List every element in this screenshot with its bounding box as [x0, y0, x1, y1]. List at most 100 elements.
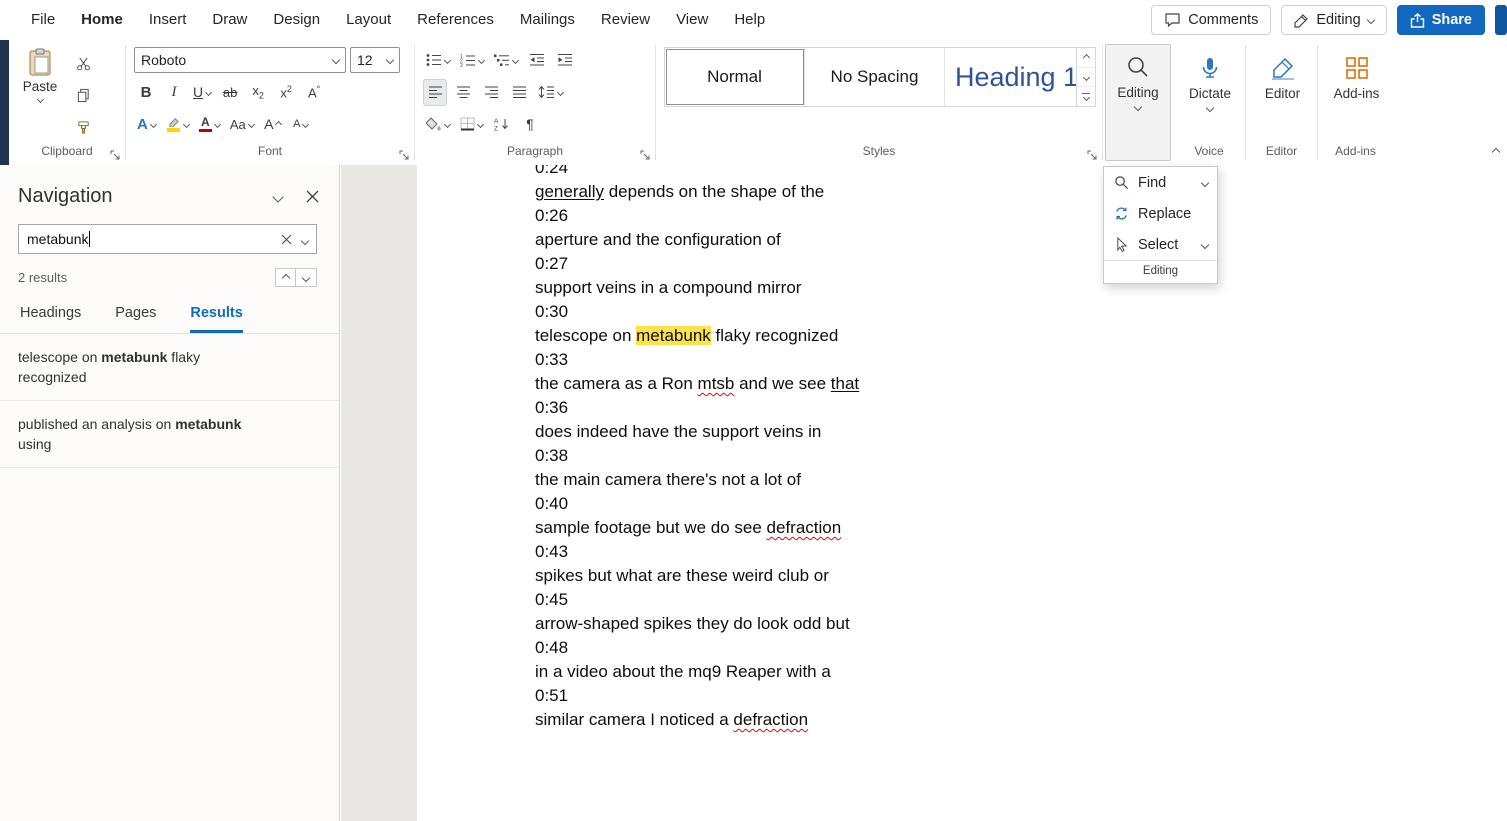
strikethrough-button[interactable]: ab: [218, 79, 242, 106]
paragraph-dialog-launcher-icon[interactable]: [640, 150, 651, 161]
navigation-tabs: Headings Pages Results: [0, 287, 339, 334]
clear-formatting-button[interactable]: A°: [302, 79, 326, 106]
menu-tab-design[interactable]: Design: [260, 0, 333, 40]
cut-button[interactable]: [71, 50, 95, 76]
font-name-combobox[interactable]: Roboto: [134, 47, 346, 73]
shrink-font-button[interactable]: A: [289, 111, 313, 138]
menu-tab-view[interactable]: View: [663, 0, 721, 40]
addins-button[interactable]: Add-ins: [1326, 46, 1387, 101]
menu-item-find[interactable]: Find: [1104, 167, 1217, 198]
word-app-window: FileHomeInsertDrawDesignLayoutReferences…: [0, 0, 1507, 821]
menu-item-select[interactable]: Select: [1104, 229, 1217, 260]
document-margin-gutter: [341, 165, 417, 821]
line-spacing-button[interactable]: [535, 79, 566, 106]
voice-group: Dictate Voice: [1173, 40, 1245, 165]
previous-result-button[interactable]: [275, 268, 296, 287]
dictate-button[interactable]: Dictate: [1181, 46, 1239, 111]
clipboard-dialog-launcher-icon[interactable]: [110, 150, 121, 161]
menu-tab-help[interactable]: Help: [721, 0, 778, 40]
editing-mode-button[interactable]: Editing: [1281, 5, 1386, 35]
menu-group-caption: Editing: [1104, 260, 1217, 283]
shading-button[interactable]: [423, 111, 453, 138]
decrease-indent-button[interactable]: [525, 47, 549, 74]
font-size-combobox[interactable]: 12: [350, 47, 400, 73]
editor-button[interactable]: Editor: [1254, 46, 1311, 101]
editing-mode-label: Editing: [1316, 12, 1360, 28]
nav-tab-headings[interactable]: Headings: [20, 305, 81, 333]
style-no-spacing[interactable]: No Spacing: [805, 48, 945, 106]
menu-tab-file[interactable]: File: [18, 0, 68, 40]
clear-search-icon[interactable]: [281, 234, 292, 245]
navigation-search-input[interactable]: metabunk: [18, 224, 317, 254]
menu-tab-home[interactable]: Home: [68, 0, 136, 40]
search-options-chevron-icon[interactable]: [302, 231, 308, 247]
search-result-item[interactable]: telescope on metabunk flaky recognized: [0, 334, 339, 401]
menu-item-label: Select: [1138, 237, 1178, 253]
search-result-item[interactable]: published an analysis on metabunk using: [0, 401, 339, 468]
close-pane-icon[interactable]: [306, 190, 319, 203]
borders-button[interactable]: [457, 111, 486, 138]
bullet-list-button[interactable]: [423, 47, 453, 74]
style-heading-1[interactable]: Heading 1: [945, 48, 1076, 106]
nav-tab-results[interactable]: Results: [190, 305, 242, 333]
justify-icon: [512, 85, 527, 99]
document-line: spikes but what are these weird club or: [535, 564, 1507, 588]
copy-button[interactable]: [71, 82, 95, 108]
paste-button[interactable]: Paste: [17, 46, 63, 140]
grow-font-button[interactable]: A: [261, 111, 285, 138]
ribbon-editing-button[interactable]: Editing: [1105, 44, 1171, 161]
menu-tab-mailings[interactable]: Mailings: [507, 0, 588, 40]
document-line: the main camera there's not a lot of: [535, 468, 1507, 492]
next-result-button[interactable]: [296, 268, 317, 287]
comments-button[interactable]: Comments: [1151, 5, 1271, 35]
subscript-button[interactable]: x2: [246, 79, 270, 106]
underline-button[interactable]: U: [190, 79, 214, 106]
nav-tab-pages[interactable]: Pages: [115, 305, 156, 333]
text-effects-button[interactable]: A: [134, 111, 159, 138]
superscript-button[interactable]: x2: [274, 79, 298, 106]
multilevel-list-button[interactable]: [491, 47, 521, 74]
style-normal[interactable]: Normal: [665, 48, 805, 106]
justify-button[interactable]: [507, 79, 531, 106]
show-paragraph-marks-button[interactable]: ¶: [518, 111, 542, 138]
ribbon: Paste: [0, 40, 1507, 166]
chevron-down-icon: [1366, 16, 1374, 24]
menu-tab-insert[interactable]: Insert: [136, 0, 200, 40]
italic-button[interactable]: I: [162, 79, 186, 106]
align-right-button[interactable]: [479, 79, 503, 106]
align-left-button[interactable]: [423, 79, 447, 106]
menu-tab-draw[interactable]: Draw: [199, 0, 260, 40]
menu-tab-layout[interactable]: Layout: [333, 0, 404, 40]
font-dialog-launcher-icon[interactable]: [399, 150, 410, 161]
styles-dialog-launcher-icon[interactable]: [1087, 150, 1098, 161]
align-center-button[interactable]: [451, 79, 475, 106]
change-case-button[interactable]: Aa: [227, 111, 257, 138]
styles-scroll-down-button[interactable]: [1077, 68, 1095, 88]
font-color-button[interactable]: A: [196, 111, 223, 138]
pane-options-chevron-icon[interactable]: [274, 188, 282, 206]
chevron-down-icon: [205, 88, 212, 95]
clipboard-icon: [28, 48, 52, 76]
addins-grid-icon: [1344, 55, 1370, 81]
chevron-down-icon: [332, 56, 340, 64]
share-split-button[interactable]: [1495, 5, 1507, 35]
numbered-list-button[interactable]: 123: [457, 47, 487, 74]
styles-gallery-more-button[interactable]: [1077, 87, 1095, 106]
menu-tab-references[interactable]: References: [404, 0, 507, 40]
bold-button[interactable]: B: [134, 79, 158, 106]
document-line: similar camera I noticed a defraction: [535, 708, 1507, 732]
svg-text:3: 3: [460, 63, 463, 67]
format-painter-button[interactable]: [71, 114, 95, 140]
menu-tab-review[interactable]: Review: [588, 0, 663, 40]
increase-indent-button[interactable]: [553, 47, 577, 74]
menu-item-replace[interactable]: Replace: [1104, 198, 1217, 229]
sort-button[interactable]: AZ: [490, 111, 514, 138]
document-page[interactable]: 0:24generally depends on the shape of th…: [417, 165, 1507, 821]
document-line: in a video about the mq9 Reaper with a: [535, 660, 1507, 684]
chevron-down-icon: [478, 56, 485, 63]
addins-label: Add-ins: [1334, 86, 1380, 101]
styles-scroll-up-button[interactable]: [1077, 48, 1095, 68]
text-highlight-button[interactable]: [163, 111, 192, 138]
share-button[interactable]: Share: [1397, 5, 1485, 35]
collapse-ribbon-icon[interactable]: [1493, 142, 1499, 160]
